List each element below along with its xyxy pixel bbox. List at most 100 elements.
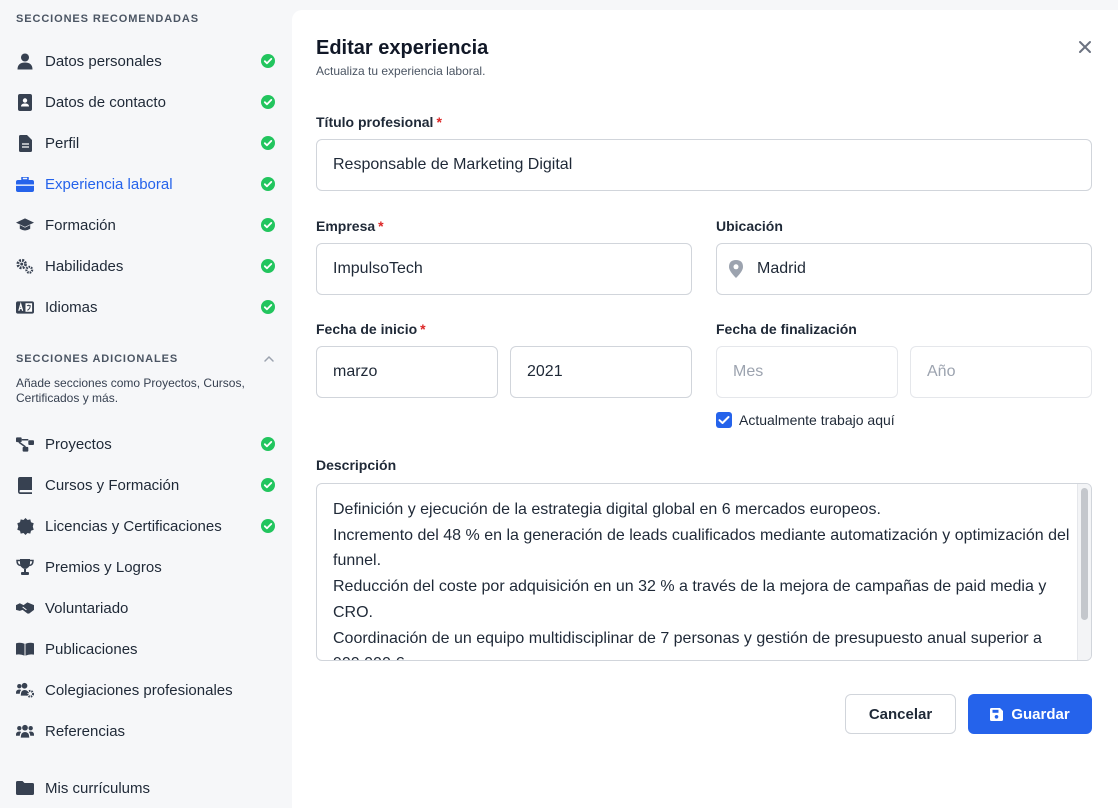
end-year-placeholder: Año (927, 363, 956, 380)
gears-icon (16, 257, 34, 275)
sidebar-item-label: Idiomas (45, 298, 98, 316)
required-marker: * (436, 114, 442, 130)
description-label: Descripción (316, 457, 396, 473)
start-year-value: 2021 (527, 363, 563, 380)
location-value: Madrid (757, 260, 806, 277)
check-circle-icon (261, 54, 275, 68)
start-month-value: marzo (333, 363, 378, 380)
check-circle-icon (261, 437, 275, 451)
start-date-label: Fecha de inicio * (316, 321, 426, 337)
close-icon[interactable] (1075, 37, 1095, 57)
checkmark-icon (718, 416, 730, 424)
sidebar-item-datos-contacto[interactable]: Datos de contacto (0, 85, 292, 119)
sidebar-item-referencias[interactable]: Referencias (0, 714, 292, 748)
sidebar-item-voluntariado[interactable]: Voluntariado (0, 591, 292, 625)
end-month-placeholder: Mes (733, 363, 764, 380)
required-marker: * (420, 321, 426, 337)
sidebar-item-perfil[interactable]: Perfil (0, 126, 292, 160)
job-title-value: Responsable de Marketing Digital (333, 156, 573, 173)
folder-icon (16, 779, 34, 797)
company-value: ImpulsoTech (333, 260, 423, 277)
description-line: Incremento del 48 % en la generación de … (333, 526, 1070, 570)
users-icon (16, 722, 34, 740)
save-icon (990, 707, 1004, 721)
save-button-label: Guardar (1011, 705, 1070, 723)
sidebar-item-mis-curriculums[interactable]: Mis currículums (0, 771, 292, 805)
check-circle-icon (261, 519, 275, 533)
check-circle-icon (261, 177, 275, 191)
sidebar-item-experiencia-laboral[interactable]: Experiencia laboral (0, 167, 292, 201)
company-field[interactable]: ImpulsoTech (316, 243, 692, 295)
description-text: Definición y ejecución de la estrategia … (333, 497, 1073, 660)
open-book-icon (16, 640, 34, 658)
check-circle-icon (261, 218, 275, 232)
sidebar-item-label: Voluntariado (45, 599, 129, 617)
description-label-text: Descripción (316, 457, 397, 473)
scrollbar-thumb[interactable] (1081, 488, 1088, 620)
sidebar-item-habilidades[interactable]: Habilidades (0, 249, 292, 283)
handshake-icon (16, 599, 34, 617)
company-label-text: Empresa (316, 218, 376, 234)
description-textarea[interactable]: Definición y ejecución de la estrategia … (316, 483, 1092, 661)
cancel-button[interactable]: Cancelar (845, 694, 956, 734)
scrollbar[interactable] (1077, 484, 1091, 660)
check-circle-icon (261, 136, 275, 150)
sidebar-item-cursos-formacion[interactable]: Cursos y Formación (0, 468, 292, 502)
sidebar-item-label: Experiencia laboral (45, 175, 173, 193)
users-cog-icon (16, 681, 34, 699)
sidebar-item-proyectos[interactable]: Proyectos (0, 427, 292, 461)
sidebar-item-idiomas[interactable]: Idiomas (0, 290, 292, 324)
sidebar-item-datos-personales[interactable]: Datos personales (0, 44, 292, 78)
chevron-up-icon[interactable] (262, 352, 276, 366)
location-label: Ubicación (716, 218, 783, 234)
book-icon (16, 476, 34, 494)
check-circle-icon (261, 259, 275, 273)
end-date-label-text: Fecha de finalización (716, 321, 857, 337)
current-job-checkbox[interactable] (716, 412, 732, 428)
page-title: Editar experiencia (316, 37, 489, 59)
end-month-field[interactable]: Mes (716, 346, 898, 398)
contact-card-icon (16, 93, 34, 111)
description-line: Definición y ejecución de la estrategia … (333, 501, 881, 518)
user-icon (16, 52, 34, 70)
map-pin-icon (729, 260, 743, 278)
start-year-field[interactable]: 2021 (510, 346, 692, 398)
certificate-icon (16, 517, 34, 535)
check-circle-icon (261, 300, 275, 314)
check-circle-icon (261, 95, 275, 109)
sidebar-item-label: Datos personales (45, 52, 162, 70)
sidebar-item-label: Colegiaciones profesionales (45, 681, 233, 699)
sidebar-item-publicaciones[interactable]: Publicaciones (0, 632, 292, 666)
sidebar-item-premios-logros[interactable]: Premios y Logros (0, 550, 292, 584)
sidebar-item-colegiaciones[interactable]: Colegiaciones profesionales (0, 673, 292, 707)
graduation-cap-icon (16, 216, 34, 234)
project-diagram-icon (16, 435, 34, 453)
sidebar-item-label: Publicaciones (45, 640, 138, 658)
language-icon (16, 298, 34, 316)
sidebar-item-licencias-certificaciones[interactable]: Licencias y Certificaciones (0, 509, 292, 543)
sidebar-item-label: Mis currículums (45, 779, 151, 797)
description-line: Reducción del coste por adquisición en u… (333, 578, 1047, 621)
sidebar-item-formacion[interactable]: Formación (0, 208, 292, 242)
job-title-label: Título profesional * (316, 114, 442, 130)
job-title-field[interactable]: Responsable de Marketing Digital (316, 139, 1092, 191)
document-icon (16, 134, 34, 152)
cancel-button-label: Cancelar (868, 705, 933, 723)
sidebar-item-label: Proyectos (45, 435, 112, 453)
additional-sections-description: Añade secciones como Proyectos, Cursos, … (16, 376, 245, 405)
save-button[interactable]: Guardar (968, 694, 1092, 734)
start-month-field[interactable]: marzo (316, 346, 498, 398)
sidebar: SECCIONES RECOMENDADAS Datos personales … (0, 0, 292, 808)
start-date-label-text: Fecha de inicio (316, 321, 418, 337)
end-year-field[interactable]: Año (910, 346, 1092, 398)
current-job-label[interactable]: Actualmente trabajo aquí (739, 412, 895, 428)
recommended-sections-header: SECCIONES RECOMENDADAS (16, 13, 199, 25)
job-title-label-text: Título profesional (316, 114, 434, 130)
company-label: Empresa * (316, 218, 384, 234)
location-field[interactable]: Madrid (716, 243, 1092, 295)
sidebar-item-label: Perfil (45, 134, 80, 152)
trophy-icon (16, 558, 34, 576)
edit-experience-panel: Editar experiencia Actualiza tu experien… (292, 10, 1118, 808)
sidebar-item-label: Datos de contacto (45, 93, 166, 111)
sidebar-item-label: Formación (45, 216, 116, 234)
